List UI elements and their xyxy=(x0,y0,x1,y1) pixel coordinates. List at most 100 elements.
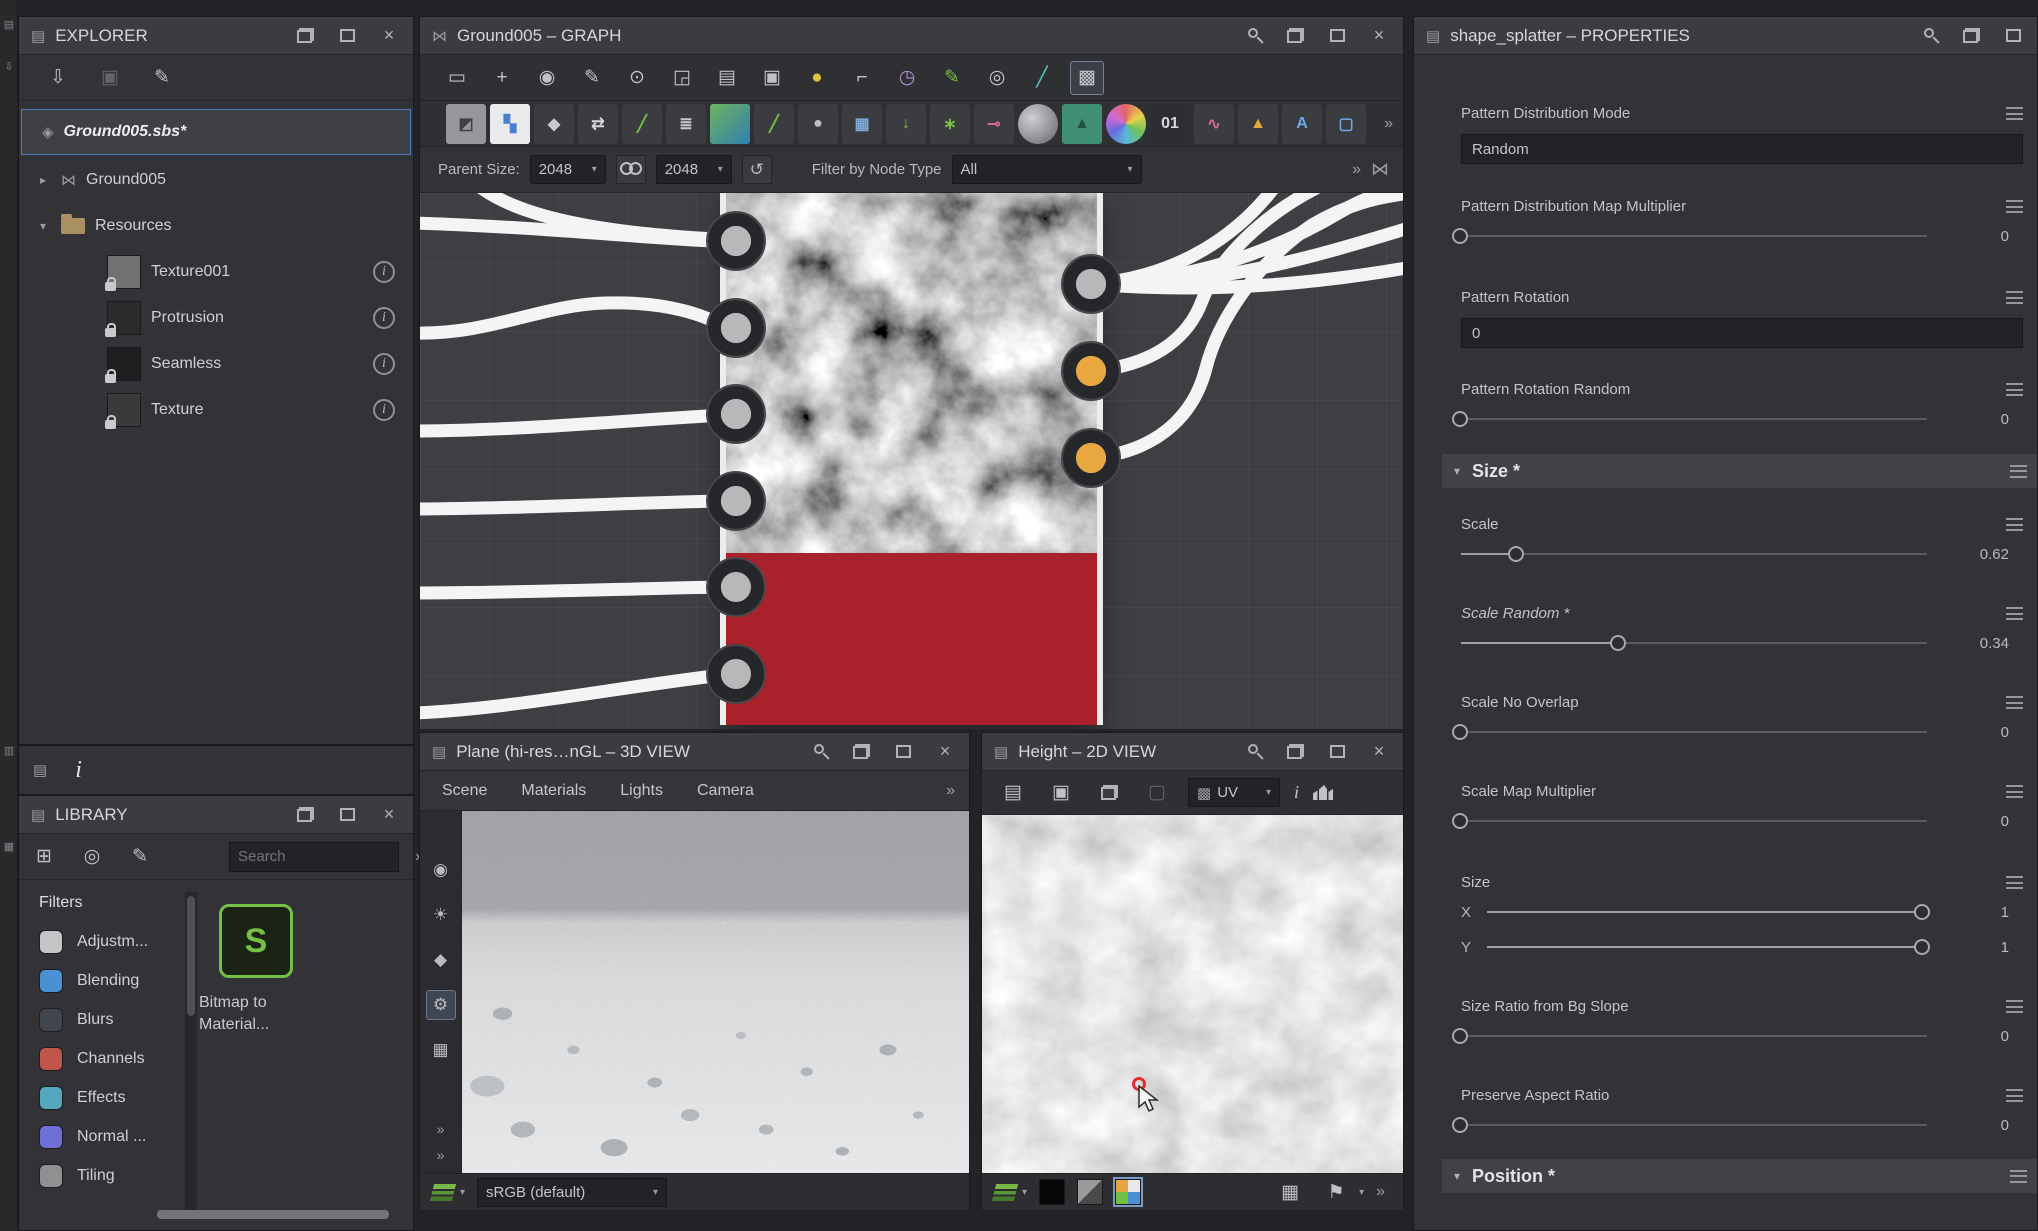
material-ball-icon[interactable] xyxy=(1106,104,1146,144)
params-overflow-icon[interactable]: » xyxy=(1352,161,1361,179)
view3d-tab[interactable]: Materials xyxy=(521,782,586,800)
bitmap-node-icon[interactable]: ◩ xyxy=(446,104,486,144)
pattern-distribution-map-multiplier-slider[interactable] xyxy=(1461,227,1927,245)
tree-item-file[interactable]: ◈ Ground005.sbs* xyxy=(21,109,411,155)
maximize-icon[interactable] xyxy=(1321,738,1353,766)
library-filter-icon[interactable]: ⊞ xyxy=(27,840,61,874)
reset-size-icon[interactable]: ↺ xyxy=(742,155,772,184)
svg-node-icon[interactable]: ▚ xyxy=(490,104,530,144)
library-preview-item[interactable]: S Bitmap to Material... xyxy=(209,904,369,1035)
scale-slider[interactable] xyxy=(1461,545,1927,563)
ground-grid-icon[interactable]: ▦ xyxy=(426,1035,456,1065)
output-connector-dot[interactable] xyxy=(1063,256,1119,312)
output-connector-dot[interactable] xyxy=(1063,430,1119,486)
histogram-icon[interactable] xyxy=(1313,785,1333,800)
library-hscrollbar[interactable] xyxy=(157,1210,389,1219)
splatter-node-icon[interactable]: ⊸ xyxy=(974,104,1014,144)
slider-handle[interactable] xyxy=(1452,411,1468,427)
library-scrollbar-thumb[interactable] xyxy=(187,896,195,1016)
gradient-map-node-icon[interactable] xyxy=(710,104,750,144)
snap-grid-icon[interactable]: ▤ xyxy=(710,61,744,95)
timer-icon[interactable]: ◷ xyxy=(890,61,924,95)
preserve-aspect-ratio-slider[interactable] xyxy=(1461,1116,1927,1134)
chevron-down-icon[interactable]: ▾ xyxy=(35,219,51,233)
link-create-icon[interactable]: ● xyxy=(800,61,834,95)
tile-sampler-node-icon[interactable]: ▦ xyxy=(842,104,882,144)
layout-icon[interactable]: ▣ xyxy=(755,61,789,95)
slope-blur-node-icon[interactable]: ╱ xyxy=(754,104,794,144)
chevron-down-icon[interactable]: ▾ xyxy=(460,1187,465,1198)
grid-icon[interactable]: ▦ xyxy=(1273,1175,1307,1209)
close-icon[interactable]: × xyxy=(1363,22,1395,50)
library-filter-item[interactable]: Channels xyxy=(19,1039,185,1078)
copy-icon[interactable] xyxy=(1092,776,1126,810)
maximize-icon[interactable] xyxy=(1997,22,2029,50)
info-icon[interactable] xyxy=(373,261,395,283)
pattern-rotation-random-slider[interactable] xyxy=(1461,410,1927,428)
information-icon[interactable]: i xyxy=(1294,782,1299,803)
position-section-header[interactable]: ▾ Position * xyxy=(1442,1159,2037,1193)
pen-tool-icon[interactable]: ✎ xyxy=(935,61,969,95)
export-image-icon[interactable]: ▤ xyxy=(996,776,1030,810)
info-icon[interactable] xyxy=(373,307,395,329)
param-menu-icon[interactable] xyxy=(2006,383,2023,396)
height-node-icon[interactable]: ▲ xyxy=(1062,104,1102,144)
library-world-icon[interactable]: ◎ xyxy=(75,840,109,874)
height-blend-node-icon[interactable]: ↓ xyxy=(886,104,926,144)
param-menu-icon[interactable] xyxy=(2006,876,2023,889)
float-icon[interactable] xyxy=(289,801,321,829)
maximize-icon[interactable] xyxy=(887,738,919,766)
elbow-link-icon[interactable]: ⌐ xyxy=(845,61,879,95)
float-icon[interactable] xyxy=(1279,22,1311,50)
dock-layers-icon[interactable]: ▥ xyxy=(2,742,16,758)
resource-item[interactable]: Texture xyxy=(19,387,413,433)
library-filter-item[interactable]: Effects xyxy=(19,1078,185,1117)
param-menu-icon[interactable] xyxy=(2010,465,2027,478)
save-image-icon[interactable]: ▣ xyxy=(1044,776,1078,810)
dock-import-icon[interactable]: ⇩ xyxy=(2,58,16,74)
colorspace-select[interactable]: sRGB (default)▾ xyxy=(477,1178,667,1207)
pyramid-node-icon[interactable]: ▲ xyxy=(1238,104,1278,144)
scale-random-slider[interactable] xyxy=(1461,634,1927,652)
maximize-icon[interactable] xyxy=(331,22,363,50)
layers-icon[interactable] xyxy=(992,1184,1018,1201)
bar-overflow-icon[interactable]: » xyxy=(1376,1183,1385,1201)
gear-icon[interactable]: ⚙ xyxy=(426,990,456,1020)
param-menu-icon[interactable] xyxy=(2006,785,2023,798)
move-tool-icon[interactable]: + xyxy=(485,61,519,95)
node-filter-select[interactable]: All▾ xyxy=(952,155,1142,184)
param-menu-icon[interactable] xyxy=(2006,107,2023,120)
library-filter-item[interactable]: Normal ... xyxy=(19,1117,185,1156)
parent-width-select[interactable]: 2048▾ xyxy=(530,155,606,184)
maximize-icon[interactable] xyxy=(1321,22,1353,50)
view3d-tab[interactable]: Camera xyxy=(697,782,754,800)
graph-canvas[interactable] xyxy=(420,193,1403,729)
float-icon[interactable] xyxy=(1279,738,1311,766)
info-panel-icon[interactable]: i xyxy=(75,757,82,784)
chevron-down-icon[interactable]: ▾ xyxy=(1022,1187,1027,1198)
material-icon[interactable]: ◆ xyxy=(426,945,456,975)
curve-node-icon[interactable]: ╱ xyxy=(622,104,662,144)
flag-icon[interactable]: ⚑ xyxy=(1319,1175,1353,1209)
info-icon[interactable] xyxy=(373,353,395,375)
float-icon[interactable] xyxy=(1955,22,1987,50)
close-icon[interactable]: × xyxy=(929,738,961,766)
blend-node-icon[interactable]: ◆ xyxy=(534,104,574,144)
param-menu-icon[interactable] xyxy=(2006,518,2023,531)
subgraph-icon[interactable]: ⋈ xyxy=(1371,159,1389,180)
slider-handle[interactable] xyxy=(1452,813,1468,829)
shape-node-icon[interactable]: ● xyxy=(798,104,838,144)
size-y-slider[interactable] xyxy=(1487,938,1927,956)
camera-icon[interactable]: ◉ xyxy=(426,855,456,885)
pin-icon[interactable] xyxy=(803,738,835,766)
marquee-select-icon[interactable]: ▭ xyxy=(440,61,474,95)
close-icon[interactable]: × xyxy=(1363,738,1395,766)
resource-item[interactable]: Protrusion xyxy=(19,295,413,341)
zoom-icon[interactable]: ⊙ xyxy=(620,61,654,95)
input-connector-dot[interactable] xyxy=(708,386,764,442)
slider-handle[interactable] xyxy=(1508,546,1524,562)
save-icon[interactable]: ▣ xyxy=(93,61,127,95)
levels-node-icon[interactable]: ≣ xyxy=(666,104,706,144)
library-edit-icon[interactable]: ✎ xyxy=(123,840,157,874)
toolbar-overflow-icon[interactable]: » xyxy=(1384,115,1393,133)
